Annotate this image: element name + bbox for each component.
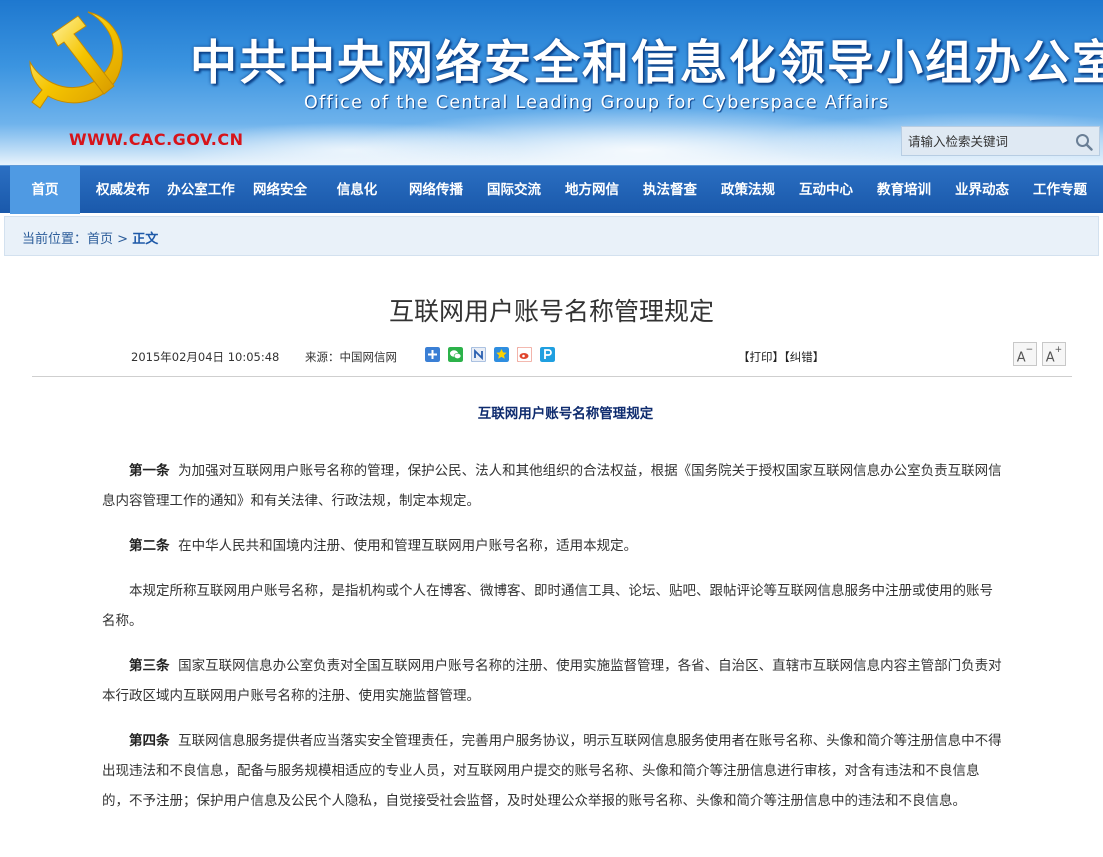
article-paragraph: 第二条 在中华人民共和国境内注册、使用和管理互联网用户账号名称，适用本规定。 xyxy=(102,531,1002,561)
search-input[interactable] xyxy=(902,127,1072,155)
nav-item-office-work[interactable]: 办公室工作 xyxy=(160,166,242,214)
main-nav: 首页 权威发布 办公室工作 网络安全 信息化 网络传播 国际交流 地方网信 执法… xyxy=(0,165,1103,214)
font-smaller-button[interactable]: A− xyxy=(1013,342,1037,366)
weibo-icon[interactable] xyxy=(517,347,532,362)
nav-item-education[interactable]: 教育培训 xyxy=(869,166,939,214)
document-heading: 互联网用户账号名称管理规定 xyxy=(477,406,654,422)
p-share-icon[interactable] xyxy=(540,347,555,362)
article-clause-number: 第三条 xyxy=(129,658,170,674)
article-paragraph-text: 本规定所称互联网用户账号名称，是指机构或个人在博客、微博客、即时通信工具、论坛、… xyxy=(102,583,993,629)
article-clause-number: 第四条 xyxy=(129,733,170,749)
breadcrumb-separator: > xyxy=(113,232,133,247)
source-label: 来源： xyxy=(305,350,340,364)
n-share-icon[interactable] xyxy=(471,347,486,362)
article-clause-number: 第二条 xyxy=(129,538,170,554)
search-box xyxy=(901,126,1100,156)
site-url[interactable]: WWW.CAC.GOV.CN xyxy=(69,130,244,149)
correct-link[interactable]: 【纠错】 xyxy=(784,350,824,364)
nav-item-interaction[interactable]: 互动中心 xyxy=(791,166,861,214)
print-link[interactable]: 【打印】 xyxy=(738,350,784,364)
breadcrumb-text: 当前位置：首页 > 正文 xyxy=(22,228,158,247)
nav-item-informatization[interactable]: 信息化 xyxy=(325,166,389,214)
nav-item-industry[interactable]: 业界动态 xyxy=(947,166,1017,214)
breadcrumb-home-link[interactable]: 首页 xyxy=(87,232,113,247)
plus-share-icon[interactable] xyxy=(425,347,440,362)
wechat-icon[interactable] xyxy=(448,347,463,362)
article-title: 互联网用户账号名称管理规定 xyxy=(388,297,714,326)
source-name: 中国网信网 xyxy=(339,350,398,364)
nav-item-international[interactable]: 国际交流 xyxy=(479,166,549,214)
article-divider xyxy=(32,376,1072,377)
nav-item-home[interactable]: 首页 xyxy=(10,166,80,214)
article-paragraph: 本规定所称互联网用户账号名称，是指机构或个人在博客、微博客、即时通信工具、论坛、… xyxy=(102,576,1002,636)
breadcrumb-prefix: 当前位置： xyxy=(22,232,88,247)
breadcrumb: 当前位置：首页 > 正文 xyxy=(4,216,1099,256)
article-source: 来源：中国网信网 xyxy=(305,349,397,365)
nav-item-special-topics[interactable]: 工作专题 xyxy=(1025,166,1095,214)
qzone-icon[interactable] xyxy=(494,347,509,362)
nav-item-authority[interactable]: 权威发布 xyxy=(88,166,158,214)
nav-item-network-security[interactable]: 网络安全 xyxy=(245,166,315,214)
article-paragraph-text: 互联网信息服务提供者应当落实安全管理责任，完善用户服务协议，明示互联网信息服务使… xyxy=(102,733,1002,809)
article-paragraph: 第四条 互联网信息服务提供者应当落实安全管理责任，完善用户服务协议，明示互联网信… xyxy=(102,726,1002,816)
article-clause-number: 第一条 xyxy=(129,463,170,479)
breadcrumb-current: 正文 xyxy=(132,232,159,247)
nav-item-policy[interactable]: 政策法规 xyxy=(713,166,783,214)
article-paragraph-text: 国家互联网信息办公室负责对全国互联网用户账号名称的注册、使用实施监督管理，各省、… xyxy=(102,658,1002,704)
party-emblem-icon xyxy=(29,11,123,109)
nav-item-network-communication[interactable]: 网络传播 xyxy=(401,166,471,214)
print-correct-links: 【打印】【纠错】 xyxy=(738,349,824,365)
article-paragraph: 第三条 国家互联网信息办公室负责对全国互联网用户账号名称的注册、使用实施监督管理… xyxy=(102,651,1002,711)
site-subtitle: Office of the Central Leading Group for … xyxy=(304,93,890,113)
article-paragraph-text: 为加强对互联网用户账号名称的管理，保护公民、法人和其他组织的合法权益，根据《国务… xyxy=(102,463,1002,509)
article-paragraph-text: 在中华人民共和国境内注册、使用和管理互联网用户账号名称，适用本规定。 xyxy=(178,538,638,554)
nav-item-law-enforcement[interactable]: 执法督查 xyxy=(635,166,705,214)
site-header: 中共中央网络安全和信息化领导小组办公室 Office of the Centra… xyxy=(0,0,1103,165)
font-larger-button[interactable]: A+ xyxy=(1042,342,1066,366)
search-icon[interactable] xyxy=(1075,133,1093,151)
nav-item-local[interactable]: 地方网信 xyxy=(557,166,627,214)
article-paragraph: 第一条 为加强对互联网用户账号名称的管理，保护公民、法人和其他组织的合法权益，根… xyxy=(102,456,1002,516)
site-title: 中共中央网络安全和信息化领导小组办公室 xyxy=(190,36,1103,91)
article-date: 2015年02月04日 10:05:48 xyxy=(131,350,280,364)
